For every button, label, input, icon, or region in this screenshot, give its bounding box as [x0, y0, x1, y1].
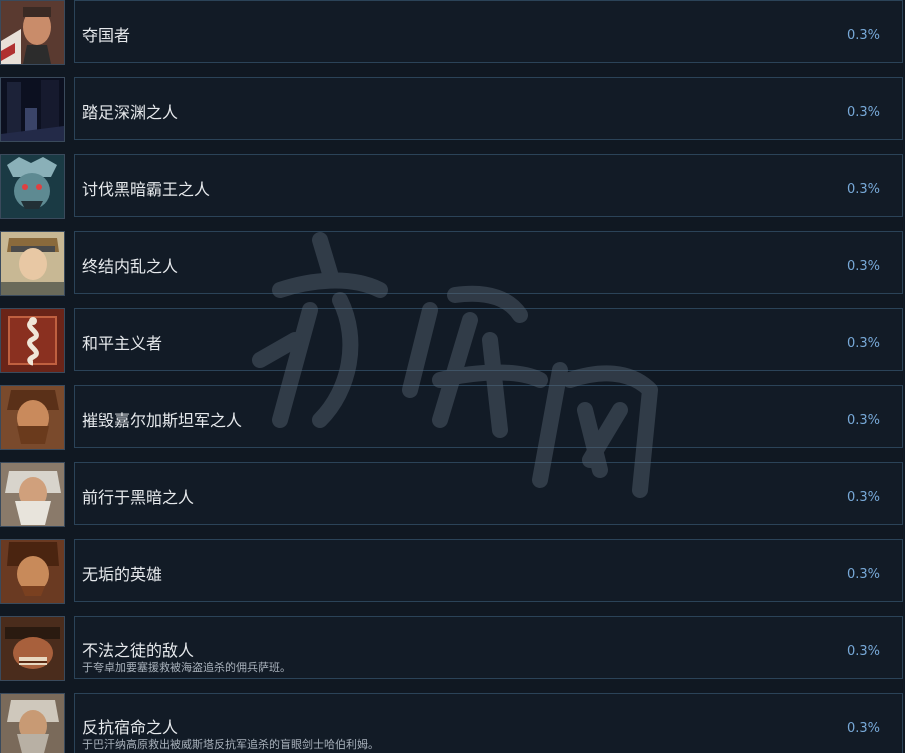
achievement-panel: 反抗宿命之人 于巴汗纳高原救出被威斯塔反抗军追杀的盲眼剑士哈伯利姆。 0.3%: [74, 693, 903, 753]
outlaw-portrait-icon: [0, 616, 65, 681]
achievement-title: 不法之徒的敌人: [82, 641, 195, 660]
unlock-percentage: 0.3%: [846, 182, 880, 197]
achievement-title: 前行于黑暗之人: [82, 488, 195, 507]
rugged-hero-portrait-icon: [0, 539, 65, 604]
achievement-panel: 摧毁嘉尔加斯坦军之人 0.3%: [74, 385, 903, 448]
achievement-panel: 终结内乱之人 0.3%: [74, 231, 903, 294]
commander-portrait-icon: [0, 0, 65, 65]
achievement-title: 反抗宿命之人: [82, 718, 179, 737]
achievement-title: 和平主义者: [82, 334, 163, 353]
achievement-panel: 不法之徒的敌人 于夸卓加要塞援救被海盗追杀的佣兵萨班。 0.3%: [74, 616, 903, 679]
achievement-title: 踏足深渊之人: [82, 103, 179, 122]
achievement-row: 不法之徒的敌人 于夸卓加要塞援救被海盗追杀的佣兵萨班。 0.3%: [0, 616, 905, 682]
achievement-title: 终结内乱之人: [82, 257, 179, 276]
achievement-title: 无垢的英雄: [82, 565, 163, 584]
unlock-percentage: 0.3%: [846, 721, 880, 736]
achievement-row: 前行于黑暗之人 0.3%: [0, 462, 905, 528]
achievement-list: 夺国者 0.3% 踏足深渊之人 0.3% 讨伐黑暗霸王之人 0.3% 终结内乱之…: [0, 0, 905, 753]
achievement-panel: 夺国者 0.3%: [74, 0, 903, 63]
unlock-percentage: 0.3%: [846, 567, 880, 582]
achievement-panel: 讨伐黑暗霸王之人 0.3%: [74, 154, 903, 217]
abyss-corridor-icon: [0, 77, 65, 142]
unlock-percentage: 0.3%: [846, 105, 880, 120]
achievement-panel: 和平主义者 0.3%: [74, 308, 903, 371]
achievement-panel: 无垢的英雄 0.3%: [74, 539, 903, 602]
achievement-description: 于巴汗纳高原救出被威斯塔反抗军追杀的盲眼剑士哈伯利姆。: [82, 738, 379, 751]
blind-swordsman-portrait-icon: [0, 693, 65, 753]
demon-king-portrait-icon: [0, 154, 65, 219]
achievement-row: 摧毁嘉尔加斯坦军之人 0.3%: [0, 385, 905, 451]
achievement-title: 讨伐黑暗霸王之人: [82, 180, 211, 199]
achievement-title: 摧毁嘉尔加斯坦军之人: [82, 411, 243, 430]
achievement-row: 终结内乱之人 0.3%: [0, 231, 905, 297]
unlock-percentage: 0.3%: [846, 413, 880, 428]
achievement-panel: 踏足深渊之人 0.3%: [74, 77, 903, 140]
achievement-description: 于夸卓加要塞援救被海盗追杀的佣兵萨班。: [82, 661, 291, 674]
unlock-percentage: 0.3%: [846, 28, 880, 43]
achievement-panel: 前行于黑暗之人 0.3%: [74, 462, 903, 525]
achievement-title: 夺国者: [82, 26, 131, 45]
achievement-row: 讨伐黑暗霸王之人 0.3%: [0, 154, 905, 220]
serpent-emblem-icon: [0, 308, 65, 373]
unlock-percentage: 0.3%: [846, 336, 880, 351]
achievement-row: 和平主义者 0.3%: [0, 308, 905, 374]
achievement-row: 夺国者 0.3%: [0, 0, 905, 66]
achievement-row: 反抗宿命之人 于巴汗纳高原救出被威斯塔反抗军追杀的盲眼剑士哈伯利姆。 0.3%: [0, 693, 905, 753]
unlock-percentage: 0.3%: [846, 644, 880, 659]
unlock-percentage: 0.3%: [846, 259, 880, 274]
old-sage-portrait-icon: [0, 462, 65, 527]
achievement-row: 踏足深渊之人 0.3%: [0, 77, 905, 143]
achievement-row: 无垢的英雄 0.3%: [0, 539, 905, 605]
unlock-percentage: 0.3%: [846, 490, 880, 505]
bearded-warrior-portrait-icon: [0, 385, 65, 450]
young-soldier-portrait-icon: [0, 231, 65, 296]
